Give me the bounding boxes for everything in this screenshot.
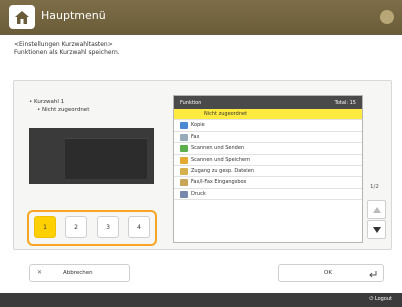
scroll-down-button[interactable] bbox=[367, 220, 386, 239]
list-item[interactable]: Fax bbox=[174, 132, 362, 144]
ok-label: OK bbox=[324, 270, 332, 276]
cancel-button[interactable]: ✕ Abbrechen bbox=[29, 264, 130, 282]
gear-icon[interactable] bbox=[380, 10, 394, 24]
list-item[interactable]: Druck bbox=[174, 189, 362, 201]
number-button-4[interactable]: 4 bbox=[128, 216, 150, 238]
list-item[interactable]: Scannen und Senden bbox=[174, 143, 362, 155]
logout-button[interactable]: ⏻ Logout bbox=[369, 296, 392, 302]
description: <Einstellungen Kurzwahltasten> Funktione… bbox=[14, 41, 120, 57]
chevron-down-icon bbox=[373, 227, 381, 233]
preview-grid bbox=[65, 138, 147, 179]
list-item[interactable]: Scannen und Speichern bbox=[174, 155, 362, 166]
dial-label: Kurzwahl 1 bbox=[34, 99, 65, 105]
list-item-label: Nicht zugeordnet bbox=[204, 111, 248, 117]
description-line-2: Funktionen als Kurzwahl speichern. bbox=[14, 49, 120, 56]
list-item[interactable]: Kopie bbox=[174, 120, 362, 132]
page-indicator: 1/2 bbox=[370, 184, 379, 190]
list-item[interactable]: Zugang zu gesp. Dateien bbox=[174, 166, 362, 178]
list-item-label: Zugang zu gesp. Dateien bbox=[191, 167, 254, 174]
scan-send-icon bbox=[180, 145, 188, 153]
scan-store-icon bbox=[180, 156, 188, 164]
list-item-label: Scannen und Speichern bbox=[191, 156, 251, 163]
footer-bar: ⏻ Logout bbox=[0, 293, 402, 307]
function-list: Funktion Total: 15 Nicht zugeordnet Kopi… bbox=[173, 95, 363, 243]
stored-files-icon bbox=[180, 167, 188, 175]
cancel-label: Abbrechen bbox=[63, 270, 93, 276]
print-icon bbox=[180, 190, 188, 198]
number-button-2[interactable]: 2 bbox=[65, 216, 87, 238]
scroll-up-button[interactable] bbox=[367, 200, 386, 219]
dial-info: • Kurzwahl 1 • Nicht zugeordnet bbox=[29, 99, 90, 113]
copy-icon bbox=[180, 122, 188, 130]
description-line-1: <Einstellungen Kurzwahltasten> bbox=[14, 41, 113, 48]
preview-area bbox=[29, 128, 154, 184]
close-icon: ✕ bbox=[37, 269, 43, 276]
list-item-label: Scannen und Senden bbox=[191, 145, 245, 152]
list-header-function: Funktion bbox=[180, 100, 202, 106]
number-selector: 1 2 3 4 bbox=[27, 210, 157, 246]
list-item[interactable]: Fax/I-Fax Eingangsbox bbox=[174, 177, 362, 189]
list-item-label: Druck bbox=[191, 190, 206, 197]
enter-icon bbox=[369, 271, 377, 278]
window-title: Hauptmenü bbox=[41, 9, 106, 22]
list-header: Funktion Total: 15 bbox=[174, 96, 362, 109]
ok-button[interactable]: OK bbox=[278, 264, 384, 282]
fax-inbox-icon bbox=[180, 179, 188, 187]
number-button-3[interactable]: 3 bbox=[97, 216, 119, 238]
list-header-total: Total: 15 bbox=[334, 100, 356, 106]
chevron-up-icon bbox=[373, 207, 381, 213]
list-item-label: Fax bbox=[191, 133, 200, 140]
logout-label: Logout bbox=[374, 296, 392, 302]
fax-icon bbox=[180, 133, 188, 141]
list-item-label: Kopie bbox=[191, 122, 205, 129]
home-button[interactable] bbox=[9, 5, 35, 29]
title-bar: Hauptmenü bbox=[0, 0, 402, 35]
dial-value: Nicht zugeordnet bbox=[42, 107, 90, 113]
list-item-label: Fax/I-Fax Eingangsbox bbox=[191, 179, 247, 186]
home-icon bbox=[15, 11, 29, 24]
list-item[interactable]: Nicht zugeordnet bbox=[174, 109, 362, 121]
number-button-1[interactable]: 1 bbox=[34, 216, 56, 238]
